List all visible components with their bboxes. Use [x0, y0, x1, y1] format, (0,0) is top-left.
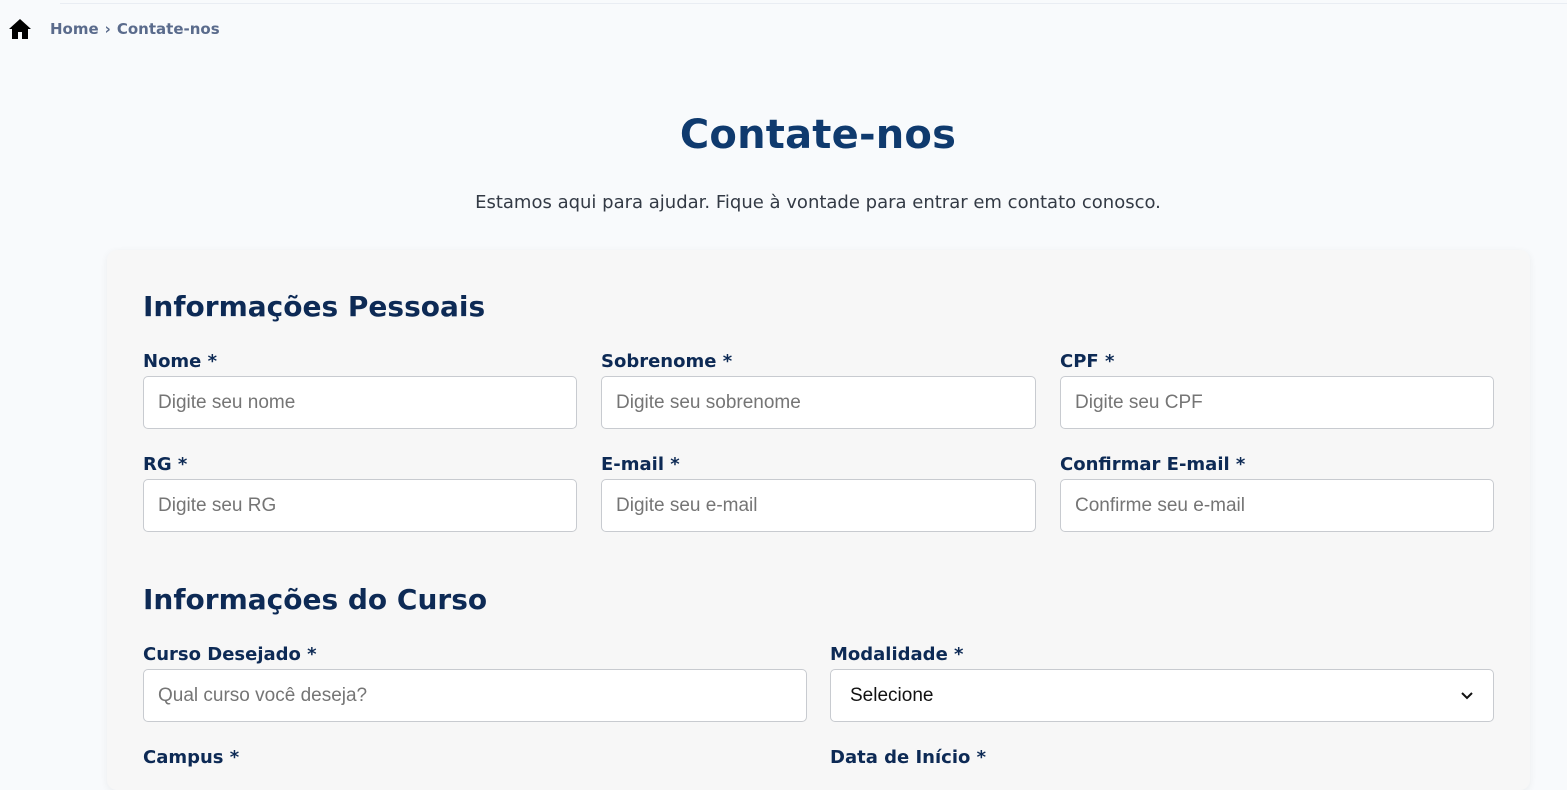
breadcrumb: Home › Contate-nos: [8, 17, 220, 41]
cpf-input[interactable]: [1060, 376, 1494, 429]
section-title-course: Informações do Curso: [143, 583, 488, 616]
email-input[interactable]: [601, 479, 1036, 532]
home-icon[interactable]: [8, 17, 32, 41]
email-label: E-mail *: [601, 454, 680, 475]
contact-form: Informações Pessoais Nome * Sobrenome * …: [107, 250, 1530, 790]
chevron-down-icon: [1460, 689, 1474, 703]
top-divider: [60, 0, 1567, 4]
data-inicio-label: Data de Início *: [830, 747, 987, 768]
rg-label: RG *: [143, 454, 188, 475]
campus-label: Campus *: [143, 747, 240, 768]
breadcrumb-home-link[interactable]: Home: [50, 20, 99, 38]
sobrenome-input[interactable]: [601, 376, 1036, 429]
modalidade-select[interactable]: Selecione: [830, 669, 1494, 722]
curso-label: Curso Desejado *: [143, 644, 317, 665]
nome-label: Nome *: [143, 351, 218, 372]
modalidade-selected: Selecione: [850, 684, 934, 706]
page-title: Contate-nos: [679, 112, 957, 158]
page-subtitle: Estamos aqui para ajudar. Fique à vontad…: [475, 192, 1161, 213]
section-title-personal: Informações Pessoais: [143, 290, 486, 323]
breadcrumb-current: Contate-nos: [116, 20, 220, 38]
confirm-email-input[interactable]: [1060, 479, 1494, 532]
cpf-label: CPF *: [1060, 351, 1115, 372]
sobrenome-label: Sobrenome *: [601, 351, 733, 372]
rg-input[interactable]: [143, 479, 577, 532]
nome-input[interactable]: [143, 376, 577, 429]
modalidade-label: Modalidade *: [830, 644, 964, 665]
curso-input[interactable]: [143, 669, 807, 722]
confirm-email-label: Confirmar E-mail *: [1060, 454, 1246, 475]
breadcrumb-separator: ›: [104, 20, 111, 38]
